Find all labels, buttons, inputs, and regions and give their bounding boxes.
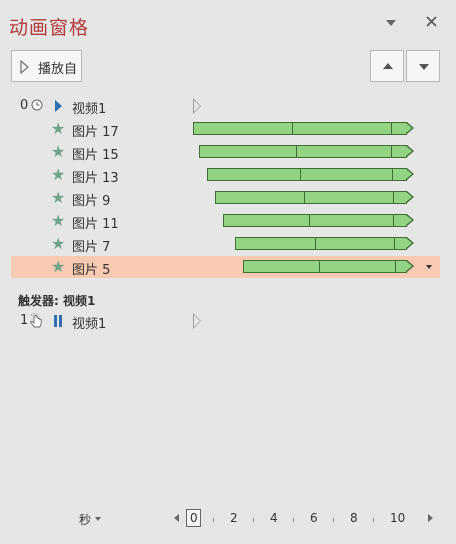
timing-tick [391,146,392,157]
animation-name: 图片 11 [72,217,119,232]
timing-bar-tip [406,237,414,249]
animation-row-media[interactable]: 0 视频1 [11,95,440,117]
timing-bar-tip [406,122,414,134]
timing-tick [304,192,305,203]
timing-tick [395,261,396,272]
star-icon: ★ [51,234,66,253]
timeline-minor-tick [373,518,374,522]
star-icon: ★ [51,165,66,184]
timing-bar[interactable] [223,214,414,227]
timing-bar-tip [406,145,414,157]
star-icon: ★ [51,142,66,161]
move-down-button[interactable] [406,50,440,82]
timing-bar[interactable] [243,260,414,273]
chevron-down-icon [386,20,396,26]
timeline-tick-label: 4 [270,511,278,525]
close-icon [426,16,437,27]
arrow-down-icon [419,64,429,70]
play-indicator-icon [193,98,201,114]
play-icon [55,100,62,112]
animation-name: 图片 7 [72,240,111,255]
timeline-scroll-left-icon[interactable] [174,514,179,522]
animation-row[interactable]: ★ 图片 13 [11,164,440,186]
trigger-row[interactable]: 1 视频1 [11,310,440,332]
animation-row[interactable]: ★ 图片 5 [11,256,440,278]
timing-bar-tip [406,168,414,180]
pause-icon [53,315,63,327]
timing-tick [393,192,394,203]
animation-row[interactable]: ★ 图片 7 [11,233,440,255]
animation-name: 视频1 [72,102,107,117]
arrow-up-icon [383,63,393,69]
timeline-scroll-right-icon[interactable] [428,514,433,522]
timing-tick [309,215,310,226]
timing-bar[interactable] [207,168,414,181]
timeline-unit: 秒 [79,513,92,527]
timing-tick [292,123,293,134]
play-from-label: 播放自 [38,62,78,77]
timing-tick [391,123,392,134]
animation-row[interactable]: ★ 图片 11 [11,210,440,232]
timing-tick [393,215,394,226]
star-icon: ★ [51,119,66,138]
timing-bar-tip [406,214,414,226]
pane-title: 动画窗格 [9,17,90,39]
animation-index: 0 [20,98,29,113]
mouse-click-icon [30,313,42,328]
timing-bar-tip [406,191,414,203]
timing-bar-tip [406,260,414,272]
timing-tick [300,169,301,180]
chevron-down-icon[interactable] [426,265,432,269]
timing-bar[interactable] [193,122,414,135]
timing-bar[interactable] [199,145,414,158]
timing-tick [392,169,393,180]
play-from-button[interactable]: 播放自 [11,50,82,82]
timeline-minor-tick [333,518,334,522]
timeline-tick-label: 6 [310,511,318,525]
timing-bar[interactable] [235,237,414,250]
animation-row[interactable]: ★ 图片 9 [11,187,440,209]
play-indicator-icon [193,313,201,329]
animation-name: 图片 9 [72,194,111,209]
trigger-index: 1 [20,313,29,328]
timeline-tick-label: 2 [230,511,238,525]
star-icon: ★ [51,257,66,276]
play-icon [20,60,29,74]
animation-name: 图片 5 [72,263,111,278]
timing-tick [296,146,297,157]
timeline-tick-label: 8 [350,511,358,525]
trigger-heading: 触发器: 视频1 [18,294,96,308]
timeline-tick-label: 10 [390,511,406,525]
timing-tick [394,238,395,249]
close-button[interactable] [425,13,439,29]
chevron-down-icon [95,517,101,521]
animation-row[interactable]: ★ 图片 17 [11,118,440,140]
clock-icon [31,99,43,111]
timeline-minor-tick [253,518,254,522]
animation-name: 图片 17 [72,125,119,140]
timing-tick [319,261,320,272]
timeline-minor-tick [293,518,294,522]
timeline-tick-label: 0 [190,511,198,525]
animation-name: 图片 13 [72,171,119,186]
timing-bar[interactable] [215,191,414,204]
animation-row[interactable]: ★ 图片 15 [11,141,440,163]
timeline-unit-dropdown[interactable]: 秒 [79,509,107,527]
pane-options-button[interactable] [385,18,397,28]
star-icon: ★ [51,211,66,230]
move-up-button[interactable] [370,50,404,82]
animation-name: 图片 15 [72,148,119,163]
timing-tick [315,238,316,249]
star-icon: ★ [51,188,66,207]
trigger-name: 视频1 [72,317,107,332]
timeline-minor-tick [213,518,214,522]
